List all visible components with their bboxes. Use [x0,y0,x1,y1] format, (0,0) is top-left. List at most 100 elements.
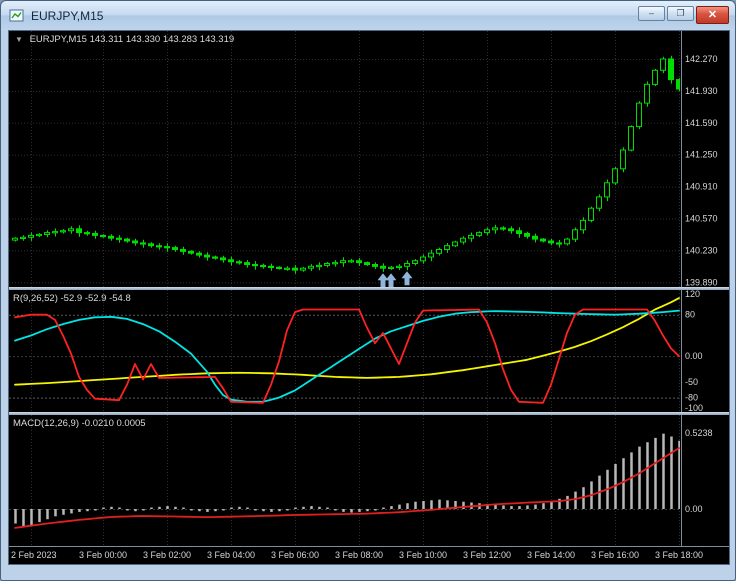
candle-up [36,233,42,237]
candle-down [116,237,122,240]
candle-down [548,240,554,244]
oscillator-layer [14,297,680,404]
macd-layer [14,433,680,529]
candle-down [124,238,130,242]
candle-up [420,256,426,262]
price-axis-label: 141.590 [685,118,718,128]
candle-up [60,230,66,233]
candle-down [524,233,530,237]
candle-down [108,235,114,239]
time-axis-label: 3 Feb 18:00 [655,550,703,560]
candle-down [180,249,186,252]
quick-trade-collapse-icon[interactable]: ▼ [15,35,23,44]
candle-down [236,261,242,264]
macd-signal-line [14,447,680,529]
buy-arrow-icon [385,273,397,288]
time-axis-label: 3 Feb 04:00 [207,550,255,560]
candle-up [484,229,490,234]
candle-down [292,267,298,271]
price-axis-label: 140.230 [685,245,718,255]
panel-separator-2[interactable] [9,412,729,415]
terminal-chart-window: EURJPY,M15 – ❐ ✕ 142.270 141.930 141.590 14… [0,0,736,581]
candle-down [244,262,250,266]
candle-up [652,69,658,85]
price-axis-label: 139.890 [685,277,718,287]
candle-down [228,259,234,263]
close-button[interactable]: ✕ [696,6,729,24]
candle-down [532,235,538,240]
candle-up [340,260,346,264]
time-axis-label: 3 Feb 00:00 [79,550,127,560]
axis-labels-layer: 142.270 141.930 141.590 141.250 140.910 140.5… [11,54,718,560]
candle-up [444,245,450,250]
candle-up [628,126,634,151]
candle-up [588,207,594,221]
candle-up [580,219,586,231]
oscillator-header: R(9,26,52) -52.9 -52.9 -54.8 [13,293,131,304]
candle-up [316,264,322,268]
title-bar[interactable]: EURJPY,M15 – ❐ ✕ [1,1,735,31]
candle-up [396,265,402,269]
oscillator-axis-label: 120 [685,289,700,299]
time-axis-label: 3 Feb 12:00 [463,550,511,560]
candle-down [356,260,362,264]
symbol-ohlc-text: EURJPY,M15 143.311 143.330 143.283 143.3… [29,34,235,45]
candle-up [460,237,466,243]
candle-up [20,236,26,240]
minimize-button[interactable]: – [638,6,665,21]
candle-up [28,234,34,238]
macd-header: MACD(12,26,9) -0.0210 0.0005 [13,418,146,429]
candle-down [164,246,170,249]
candle-down [276,266,282,270]
time-axis-label: 2 Feb 2023 [11,550,57,560]
candle-down [84,232,90,235]
candle-up [300,267,306,271]
panel-separator-1[interactable] [9,287,729,290]
time-axis-label: 3 Feb 08:00 [335,550,383,560]
candle-down [188,250,194,254]
candle-down [156,245,162,248]
candle-up [44,232,50,236]
candle-down [76,228,82,234]
candle-up [476,232,482,236]
candle-up [12,237,18,241]
macd-axis-label: 0.5238 [685,428,713,438]
candle-up [428,252,434,258]
candle-down [508,228,514,232]
candle-up [324,263,330,266]
candle-down [500,227,506,230]
candle-up [572,229,578,240]
candles-layer [12,55,680,274]
candle-down [132,240,138,244]
candle-up [412,260,418,264]
price-axis-label: 142.270 [685,54,718,64]
candle-up [604,182,610,198]
candle-up [636,102,642,128]
chart-area[interactable]: 142.270 141.930 141.590 141.250 140.910 140.5… [8,30,730,565]
time-axis-label: 3 Feb 14:00 [527,550,575,560]
candle-down [556,242,562,245]
candle-up [492,227,498,231]
candle-down [380,265,386,269]
candle-down [676,79,680,90]
candle-up [404,263,410,267]
candle-up [388,266,394,270]
price-axis-label: 140.570 [685,214,718,224]
oscillator-axis-label: -50 [685,377,698,387]
candle-down [196,252,202,256]
candle-up [452,241,458,247]
time-axis-label: 3 Feb 02:00 [143,550,191,560]
time-axis-label: 3 Feb 16:00 [591,550,639,560]
chart-window-icon [9,9,24,22]
candle-up [612,168,618,184]
macd-axis-label: 0.00 [685,504,703,514]
candle-down [668,58,674,81]
candle-up [468,234,474,239]
oscillator-axis-label: 80 [685,310,695,320]
maximize-button[interactable]: ❐ [667,6,694,21]
symbol-ohlc-header: ▼ EURJPY,M15 143.311 143.330 143.283 143… [15,34,234,45]
candle-down [364,262,370,266]
candle-down [140,242,146,245]
candle-up [596,196,602,209]
markers-layer [377,271,413,288]
